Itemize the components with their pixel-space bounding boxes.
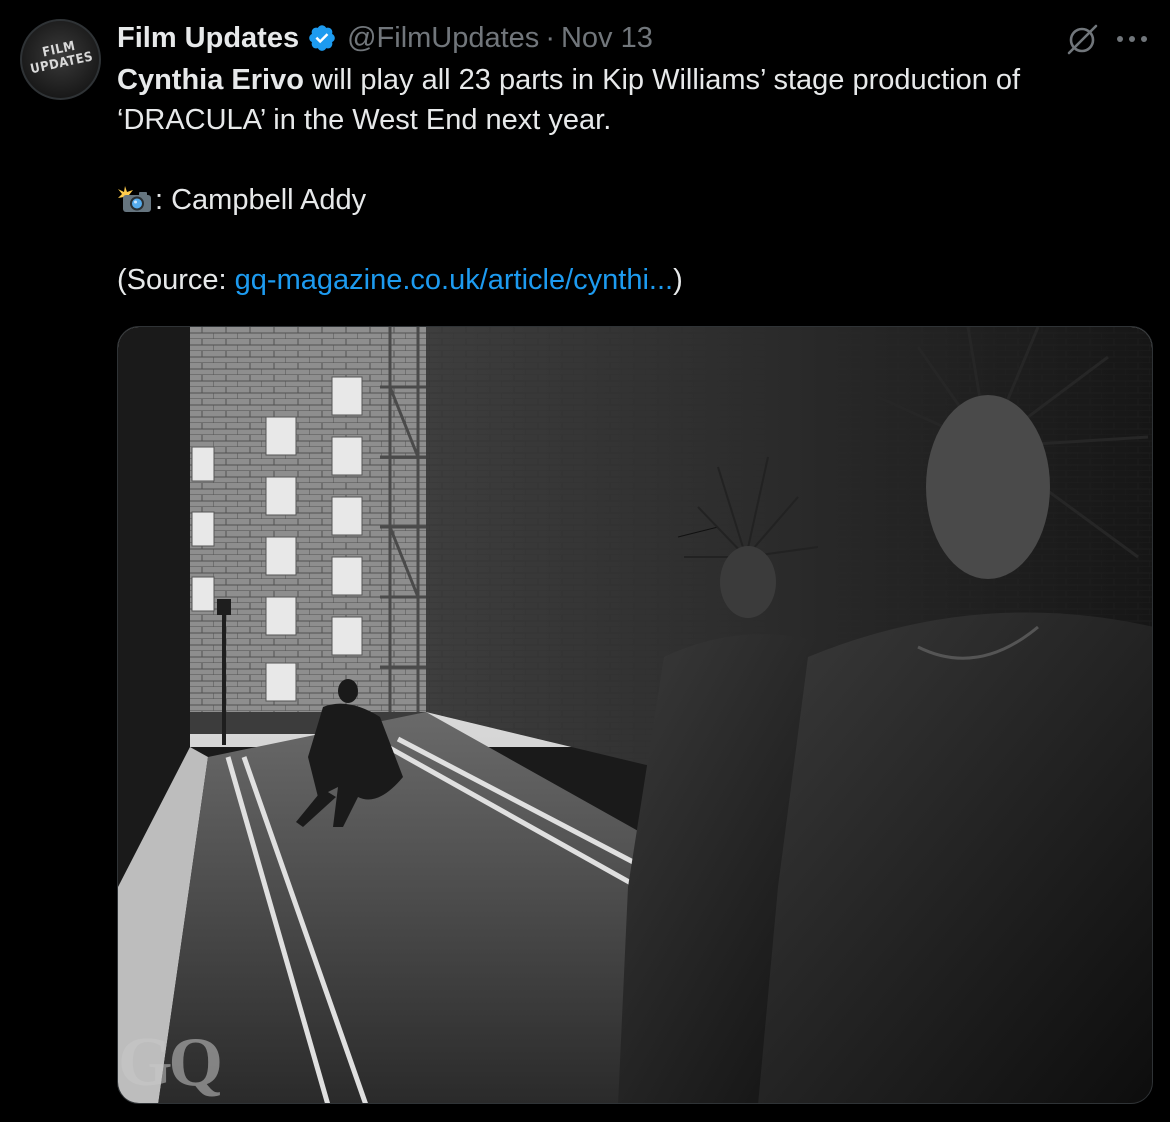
avatar[interactable]: FILM UPDATES bbox=[20, 19, 101, 100]
verified-badge-icon bbox=[309, 25, 335, 51]
photo-credit-text: : Campbell Addy bbox=[155, 184, 367, 216]
tweet-text-line2: ‘DRACULA’ in the West End next year. bbox=[117, 104, 612, 136]
camera-flash-emoji bbox=[118, 186, 151, 212]
user-handle[interactable]: @FilmUpdates bbox=[347, 22, 539, 55]
tweet-photo[interactable]: GQ bbox=[117, 326, 1153, 1104]
display-name[interactable]: Film Updates bbox=[117, 22, 299, 55]
mentioned-name: Cynthia Erivo bbox=[117, 64, 304, 96]
source-prefix: (Source: bbox=[117, 264, 235, 296]
tweet-text: Cynthia Erivo will play all 23 parts in … bbox=[117, 60, 1137, 300]
tweet-date[interactable]: Nov 13 bbox=[561, 22, 653, 55]
gq-watermark: GQ bbox=[118, 1024, 223, 1101]
photo-illustration bbox=[118, 327, 1152, 1103]
source-suffix: ) bbox=[673, 264, 683, 296]
tweet-text-line1-rest: will play all 23 parts in Kip Williams’ … bbox=[303, 64, 1021, 96]
photo-credit: : Campbell Addy bbox=[117, 180, 1137, 220]
tweet-header: Film Updates @FilmUpdates · Nov 13 bbox=[117, 18, 653, 58]
source-line: (Source: gq-magazine.co.uk/article/cynth… bbox=[117, 260, 1137, 300]
more-options-icon[interactable] bbox=[1114, 32, 1150, 46]
tweet-text-line1: Cynthia Erivo will play all 23 parts in … bbox=[117, 60, 1137, 100]
avatar-logo: FILM UPDATES bbox=[22, 35, 99, 78]
separator-dot: · bbox=[545, 21, 555, 54]
grok-icon[interactable] bbox=[1064, 22, 1100, 58]
source-link[interactable]: gq-magazine.co.uk/article/cynthi... bbox=[235, 264, 673, 296]
tweet[interactable]: FILM UPDATES Film Updates @FilmUpdates ·… bbox=[0, 0, 1170, 1122]
